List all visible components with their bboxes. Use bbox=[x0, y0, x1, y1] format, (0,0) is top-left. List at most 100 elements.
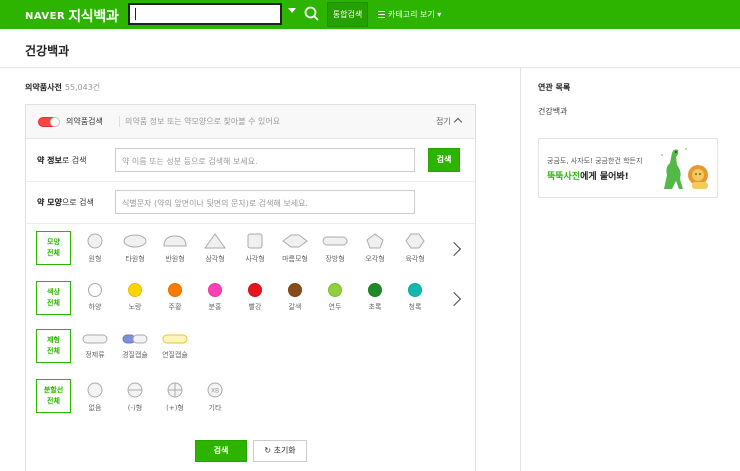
color-option-label: 청록 bbox=[408, 303, 422, 311]
color-all-line1: 색상 bbox=[47, 288, 60, 296]
form-option-tablet[interactable]: 정제류 bbox=[75, 333, 115, 360]
shape-option-label: 원형 bbox=[88, 255, 102, 263]
toggle-knob bbox=[50, 117, 60, 127]
color-option[interactable]: 갈색 bbox=[275, 283, 315, 312]
dictionary-name: 의약품사전 bbox=[25, 83, 62, 92]
related-list-title: 연관 목록 bbox=[538, 83, 571, 92]
shape-option-semicircle[interactable]: 반원형 bbox=[155, 233, 195, 264]
imprint-input[interactable]: 식별문자 (약의 앞면이나 뒷면의 문자)로 검색해 보세요. bbox=[115, 190, 415, 214]
ad-banner[interactable]: 궁금도, 사자도! 궁금한건 학든지 뚝뚝사전에게 물어봐! bbox=[538, 138, 718, 198]
shape-option-hexagon[interactable]: 육각형 bbox=[395, 233, 435, 264]
naver-logo[interactable]: NAVER 지식백과 bbox=[25, 6, 119, 26]
shape-option-label: 육각형 bbox=[405, 255, 425, 263]
info-search-button[interactable]: 검색 bbox=[428, 148, 460, 172]
column-divider bbox=[520, 68, 521, 471]
shape-option-triangle[interactable]: 삼각형 bbox=[195, 233, 235, 264]
ad-headline-rest: 에게 물어봐! bbox=[580, 172, 629, 182]
color-option[interactable]: 분홍 bbox=[195, 283, 235, 312]
integrated-search-button[interactable]: 통합검색 bbox=[327, 2, 368, 27]
search-icon[interactable] bbox=[303, 5, 321, 23]
split-option-minus[interactable]: (-)형 bbox=[115, 382, 155, 413]
triangle-shape-icon bbox=[204, 233, 226, 249]
split-option-label: 기타 bbox=[208, 404, 222, 412]
form-option-label: 연질캡슐 bbox=[162, 351, 188, 359]
panel-header: 의약품검색 의약품 정보 또는 약모양으로 찾아볼 수 있어요 접기 bbox=[26, 105, 475, 139]
form-all-line1: 제형 bbox=[47, 336, 60, 344]
shape-option-circle[interactable]: 원형 bbox=[75, 233, 115, 264]
shape-search-label: 약 모양으로 검색 bbox=[37, 197, 94, 208]
page-title: 건강백과 bbox=[25, 44, 70, 58]
info-label-rest: 로 검색 bbox=[61, 156, 87, 165]
dictionary-count: 55,043건 bbox=[64, 83, 101, 92]
divider bbox=[0, 67, 740, 68]
shape-option-rhombus[interactable]: 마름모형 bbox=[275, 233, 315, 264]
color-all-line2: 전체 bbox=[47, 299, 60, 307]
text-cursor bbox=[135, 8, 136, 20]
color-option-label: 갈색 bbox=[288, 303, 302, 311]
shape-all-line1: 모양 bbox=[47, 238, 60, 246]
related-link[interactable]: 건강백과 bbox=[538, 106, 567, 117]
dinosaur-lion-illustration bbox=[661, 148, 708, 189]
chevron-down-icon: ▾ bbox=[437, 10, 442, 19]
shape-option-oblong[interactable]: 장방형 bbox=[315, 233, 355, 264]
color-option-label: 하양 bbox=[88, 303, 102, 311]
rhombus-shape-icon bbox=[282, 234, 308, 248]
shape-option-label: 반원형 bbox=[165, 255, 185, 263]
search-input[interactable] bbox=[128, 3, 282, 25]
color-option-label: 연두 bbox=[328, 303, 342, 311]
shape-next-arrow-icon[interactable] bbox=[446, 241, 462, 257]
color-swatch bbox=[328, 283, 342, 297]
list-icon bbox=[378, 11, 385, 18]
color-option-label: 노랑 bbox=[128, 303, 142, 311]
split-option-label: (+)형 bbox=[166, 404, 184, 412]
no-split-icon bbox=[87, 382, 103, 398]
logo-service: 지식백과 bbox=[68, 9, 119, 25]
collapse-label: 접기 bbox=[436, 117, 451, 126]
svg-text:XB: XB bbox=[211, 388, 219, 395]
split-option-plus[interactable]: (+)형 bbox=[155, 382, 195, 413]
category-view-menu[interactable]: 카테고리 보기 ▾ bbox=[378, 9, 441, 20]
drug-info-input[interactable]: 약 이름 또는 성분 등으로 검색해 보세요. bbox=[115, 148, 415, 172]
color-swatch bbox=[208, 283, 222, 297]
dictionary-title[interactable]: 의약품사전 55,043건 bbox=[25, 82, 100, 93]
form-option-hard-capsule[interactable]: 경질캡슐 bbox=[115, 333, 155, 360]
shape-option-ellipse[interactable]: 타원형 bbox=[115, 233, 155, 264]
shape-all-button[interactable]: 모양 전체 bbox=[36, 231, 71, 265]
tablet-form-icon bbox=[82, 334, 108, 344]
panel-title: 의약품검색 bbox=[66, 117, 103, 126]
color-option[interactable]: 하양 bbox=[75, 283, 115, 312]
color-option[interactable]: 초록 bbox=[355, 283, 395, 312]
soft-capsule-icon bbox=[162, 334, 188, 344]
color-swatch bbox=[128, 283, 142, 297]
color-option[interactable]: 주황 bbox=[155, 283, 195, 312]
color-option[interactable]: 연두 bbox=[315, 283, 355, 312]
shape-option-square[interactable]: 사각형 bbox=[235, 233, 275, 264]
drug-search-toggle[interactable] bbox=[38, 117, 60, 127]
other-split-icon: XB bbox=[207, 382, 223, 398]
hard-capsule-icon bbox=[122, 334, 148, 344]
color-swatch bbox=[248, 283, 262, 297]
color-next-arrow-icon[interactable] bbox=[446, 291, 462, 307]
oblong-shape-icon bbox=[322, 236, 348, 246]
shape-option-label: 오각형 bbox=[365, 255, 385, 263]
drug-search-submit-button[interactable]: 검색 bbox=[195, 440, 247, 462]
shape-option-pentagon[interactable]: 오각형 bbox=[355, 233, 395, 264]
shape-label-rest: 으로 검색 bbox=[61, 198, 94, 207]
panel-description: 의약품 정보 또는 약모양으로 찾아볼 수 있어요 bbox=[119, 116, 280, 127]
split-all-button[interactable]: 분할선 전체 bbox=[36, 379, 71, 413]
color-option[interactable]: 노랑 bbox=[115, 283, 155, 312]
color-option[interactable]: 빨강 bbox=[235, 283, 275, 312]
square-shape-icon bbox=[247, 233, 263, 249]
search-dropdown-icon[interactable] bbox=[288, 8, 296, 13]
form-all-button[interactable]: 제형 전체 bbox=[36, 329, 71, 363]
pentagon-shape-icon bbox=[366, 233, 384, 249]
color-all-button[interactable]: 색상전체 bbox=[36, 281, 71, 315]
ellipse-shape-icon bbox=[123, 234, 147, 248]
color-option[interactable]: 청록 bbox=[395, 283, 435, 312]
reset-button[interactable]: ↻ 초기화 bbox=[253, 440, 307, 462]
split-option-other[interactable]: XB 기타 bbox=[195, 382, 235, 413]
split-option-none[interactable]: 없음 bbox=[75, 382, 115, 413]
split-option-label: (-)형 bbox=[127, 404, 143, 412]
form-option-soft-capsule[interactable]: 연질캡슐 bbox=[155, 333, 195, 360]
collapse-button[interactable]: 접기 bbox=[436, 116, 462, 127]
